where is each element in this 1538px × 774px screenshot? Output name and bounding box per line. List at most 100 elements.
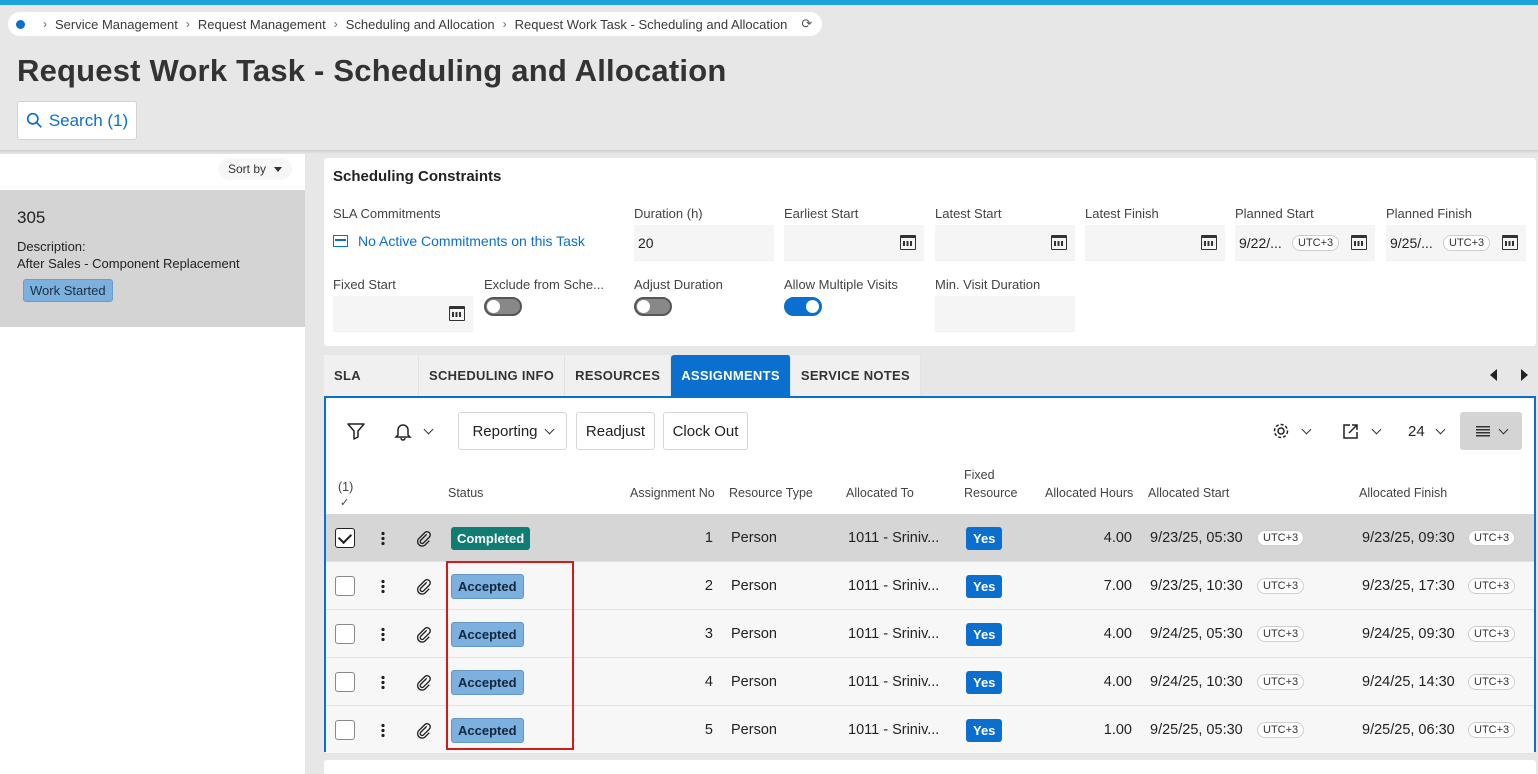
sort-by-button[interactable]: Sort by [218,158,293,180]
refresh-icon[interactable]: ⟳ [801,16,812,32]
field-label: Exclude from Sche... [484,277,604,292]
calendar-icon[interactable] [449,306,465,321]
col-allocated-finish[interactable]: Allocated Finish [1359,486,1447,500]
breadcrumb-item[interactable]: Scheduling and Allocation [346,17,495,32]
fixed-resource-badge: Yes [966,670,1003,694]
filter-button[interactable] [346,412,366,450]
assignments-panel: Reporting Readjust Clock Out 24 (1) ✓ St… [324,396,1536,754]
scroll-right-icon[interactable] [1521,369,1528,381]
col-assignment-no[interactable]: Assignment No [630,486,715,500]
exclude-toggle[interactable] [484,297,522,316]
col-fixed-resource-line2[interactable]: Resource [964,486,1018,500]
more-options-icon[interactable] [381,531,385,545]
field-label: Latest Start [935,206,1002,221]
col-allocated-hours[interactable]: Allocated Hours [1045,486,1133,500]
more-options-icon[interactable] [381,579,385,593]
exclude-field: Exclude from Sche... [484,277,614,316]
field-label: SLA Commitments [333,206,441,221]
tab-scheduling-info[interactable]: SCHEDULING INFO [419,355,566,396]
more-options-icon[interactable] [381,675,385,689]
duration-input[interactable]: 20 [634,225,774,261]
paperclip-icon[interactable] [414,721,432,739]
timezone-badge: UTC+3 [1468,722,1516,738]
tab-scroll-controls [1490,369,1528,381]
gear-icon [1273,423,1289,439]
resource-type: Person [731,674,777,690]
notifications-button[interactable] [393,412,434,450]
earliest-start-input[interactable] [784,225,924,261]
row-checkbox[interactable] [335,672,355,692]
export-button[interactable] [1341,412,1382,450]
allocated-to[interactable]: 1011 - Sriniv... [848,514,939,562]
planned-start-input[interactable]: 9/22/... UTC+3 [1235,225,1375,261]
scheduling-constraints-panel: Scheduling Constraints SLA Commitments N… [324,158,1536,346]
col-allocated-start[interactable]: Allocated Start [1148,486,1229,500]
field-label: Latest Finish [1085,206,1159,221]
sla-commitments-link[interactable]: No Active Commitments on this Task [333,233,623,249]
settings-button[interactable] [1271,412,1312,450]
page-title: Request Work Task - Scheduling and Alloc… [17,53,727,88]
calendar-icon[interactable] [1201,235,1217,250]
breadcrumb-item[interactable]: Request Management [198,17,326,32]
home-icon[interactable] [16,19,25,29]
allocated-start: 9/23/25, 10:30 [1150,578,1243,594]
calendar-icon[interactable] [900,235,916,250]
table-row[interactable]: Accepted 3 Person 1011 - Sriniv... Yes 4… [326,610,1534,658]
paperclip-icon[interactable] [414,673,432,691]
col-status[interactable]: Status [448,486,483,500]
search-button[interactable]: Search (1) [17,101,137,140]
allocated-to[interactable]: 1011 - Sriniv... [848,658,939,706]
sort-by-label: Sort by [228,162,267,176]
record-card[interactable]: 305 Description: After Sales - Component… [0,190,305,327]
chevron-down-icon [544,424,554,434]
row-checkbox[interactable] [335,528,355,548]
planned-finish-input[interactable]: 9/25/... UTC+3 [1386,225,1526,261]
calendar-icon[interactable] [1351,235,1367,250]
tab-service-notes[interactable]: SERVICE NOTES [790,355,921,396]
table-row[interactable]: Completed 1 Person 1011 - Sriniv... Yes … [326,514,1534,562]
allocated-start: 9/23/25, 05:30 [1150,530,1243,546]
paperclip-icon[interactable] [414,529,432,547]
more-options-icon[interactable] [381,627,385,641]
adjust-duration-toggle[interactable] [634,297,672,316]
paperclip-icon[interactable] [414,577,432,595]
view-mode-button[interactable] [1460,412,1522,450]
allocated-to[interactable]: 1011 - Sriniv... [848,706,939,754]
table-row[interactable]: Accepted 5 Person 1011 - Sriniv... Yes 1… [326,706,1534,754]
allocated-to[interactable]: 1011 - Sriniv... [848,562,939,610]
breadcrumb-item[interactable]: Service Management [55,17,178,32]
latest-finish-input[interactable] [1085,225,1225,261]
reporting-button[interactable]: Reporting [458,412,567,450]
allow-multiple-visits-toggle[interactable] [784,297,822,316]
paperclip-icon[interactable] [414,625,432,643]
chevron-down-icon [1301,424,1312,434]
allocated-to[interactable]: 1011 - Sriniv... [848,610,939,658]
page-size-select[interactable]: 24 [1408,412,1446,450]
calendar-icon[interactable] [1051,235,1067,250]
select-all-check-icon[interactable]: ✓ [340,496,349,509]
latest-start-input[interactable] [935,225,1075,261]
table-row[interactable]: Accepted 4 Person 1011 - Sriniv... Yes 4… [326,658,1534,706]
tab-assignments[interactable]: ASSIGNMENTS [671,355,791,396]
fixed-resource-badge: Yes [966,718,1003,742]
fixed-start-input[interactable] [333,296,473,332]
row-checkbox[interactable] [335,720,355,740]
tab-resources[interactable]: RESOURCES [565,355,672,396]
field-label: Earliest Start [784,206,859,221]
col-allocated-to[interactable]: Allocated To [846,486,914,500]
min-visit-duration-input[interactable] [935,296,1075,332]
tab-sla[interactable]: SLA [324,355,419,396]
row-checkbox[interactable] [335,624,355,644]
description-value: After Sales - Component Replacement [17,256,240,271]
timezone-badge: UTC+3 [1468,530,1516,546]
row-checkbox[interactable] [335,576,355,596]
more-options-icon[interactable] [381,723,385,737]
scroll-left-icon[interactable] [1490,369,1497,381]
table-row[interactable]: Accepted 2 Person 1011 - Sriniv... Yes 7… [326,562,1534,610]
col-resource-type[interactable]: Resource Type [729,486,813,500]
clock-out-button[interactable]: Clock Out [663,412,748,450]
readjust-button[interactable]: Readjust [576,412,655,450]
col-fixed-resource-line1[interactable]: Fixed [964,468,995,482]
chevron-down-icon [1435,424,1446,434]
calendar-icon[interactable] [1502,235,1518,250]
